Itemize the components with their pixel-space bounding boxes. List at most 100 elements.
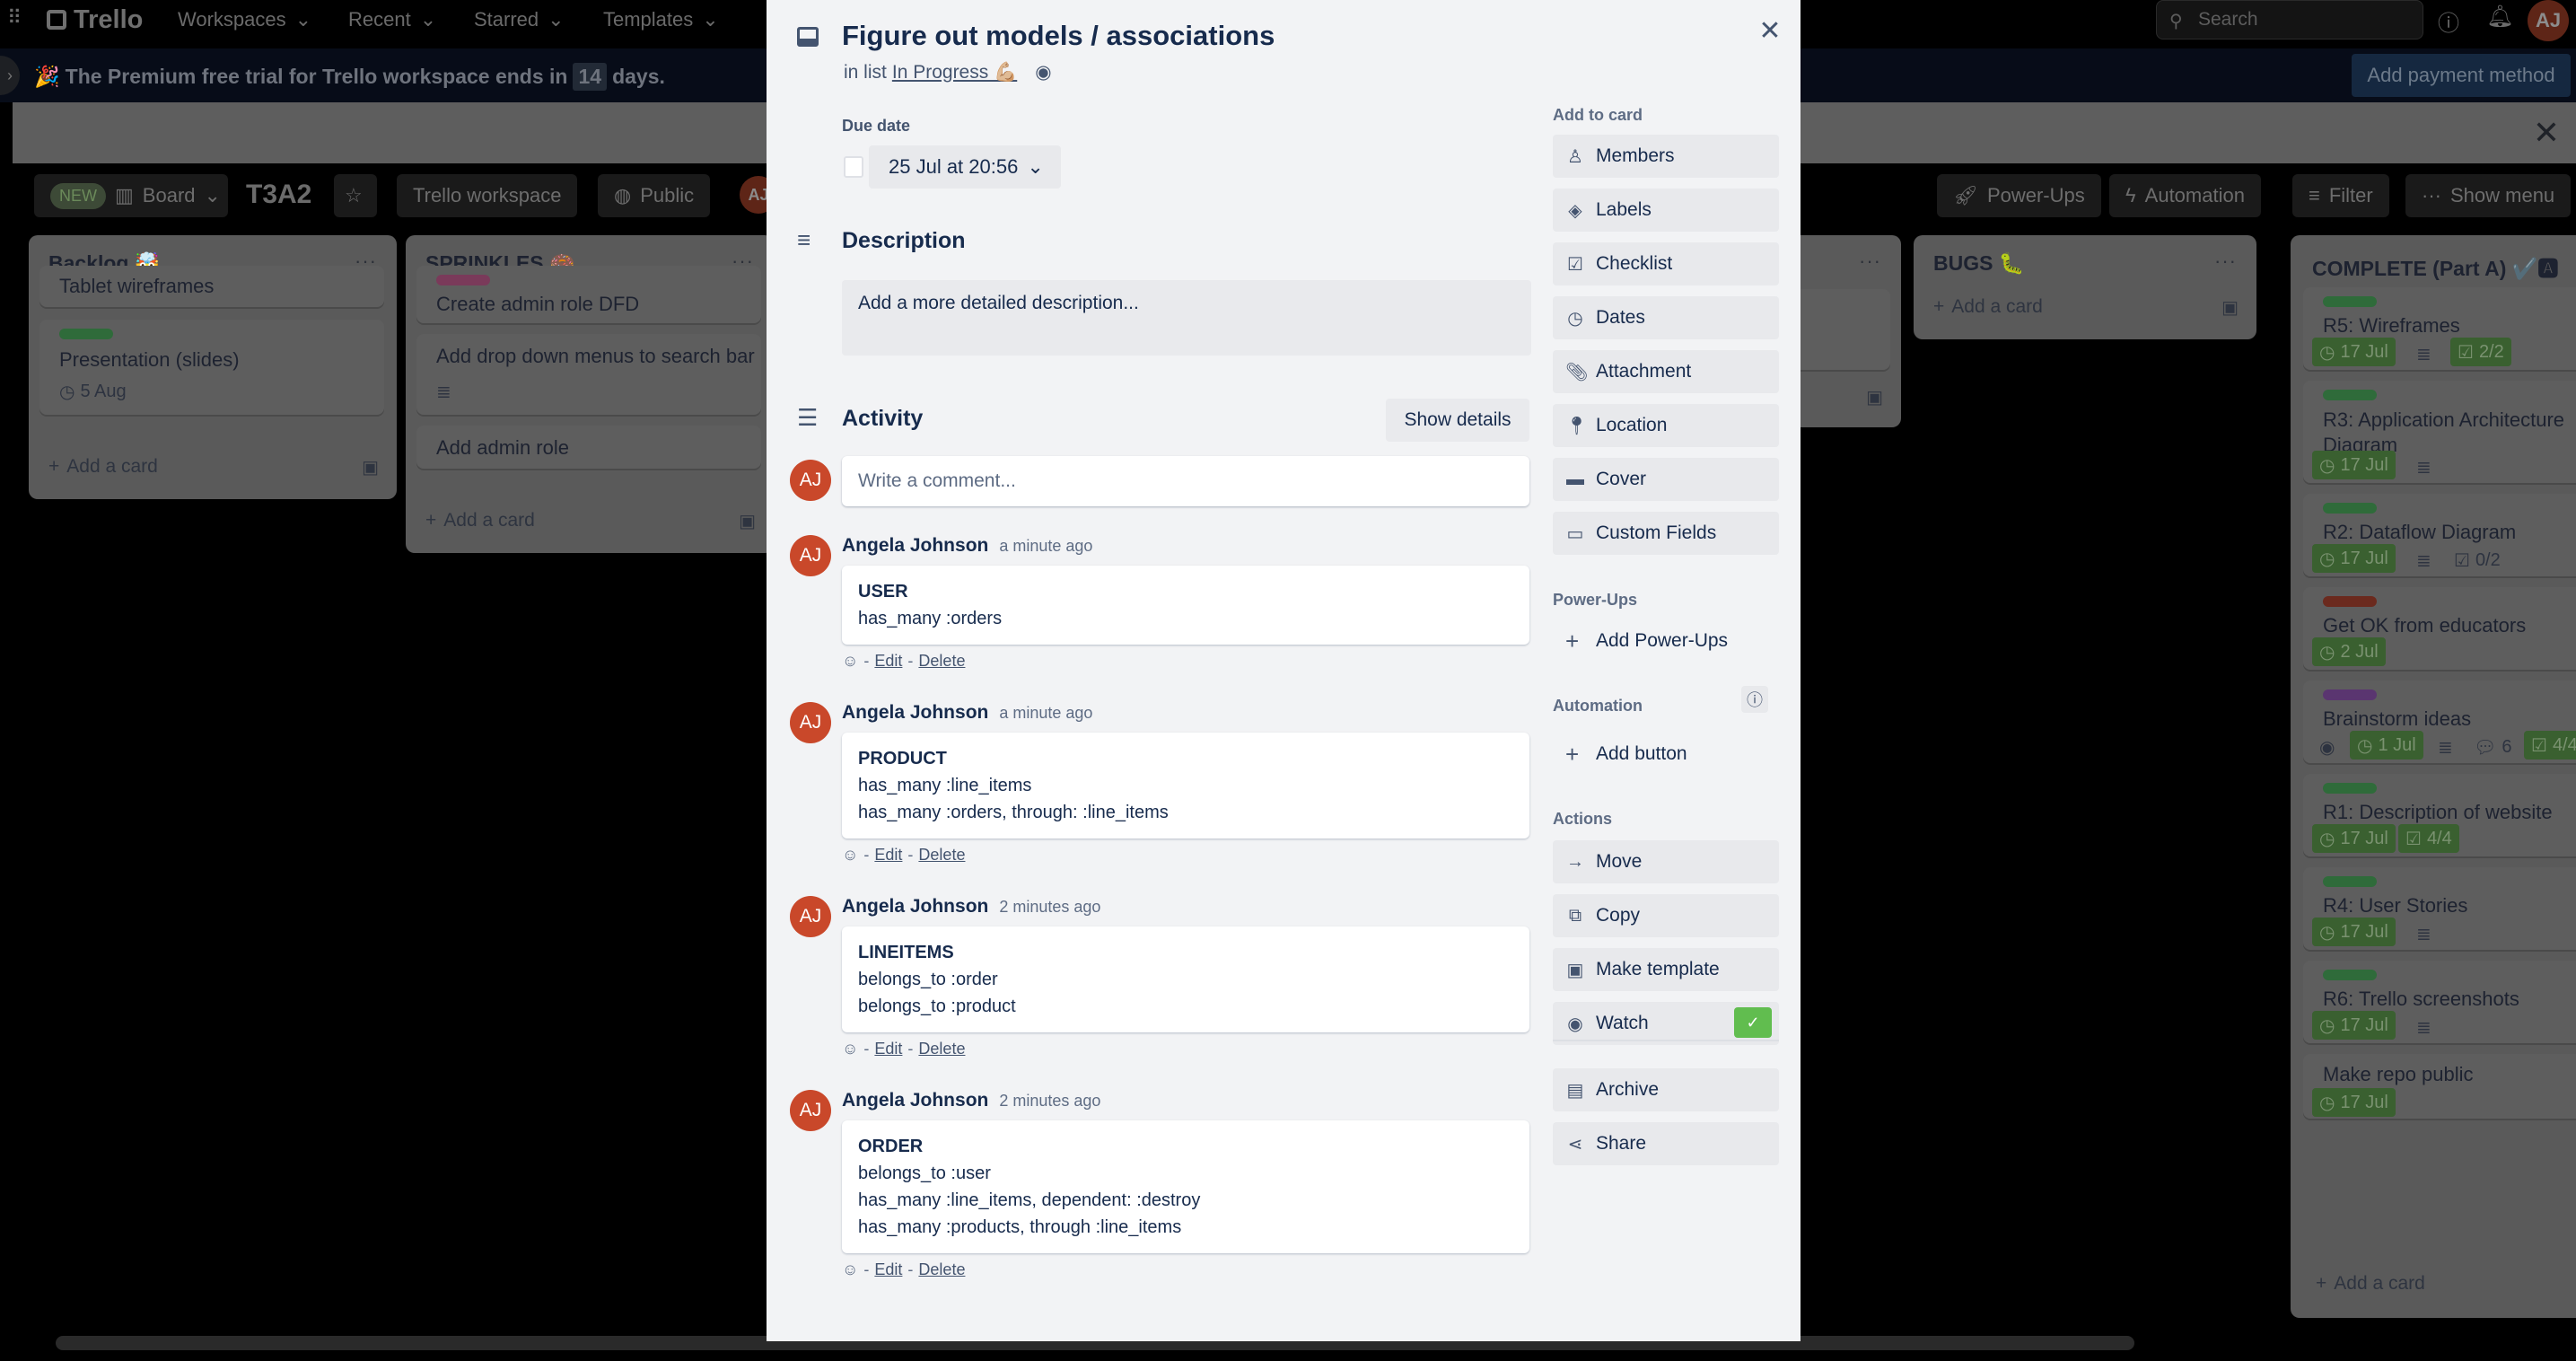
info-icon[interactable]: ⓘ — [2438, 5, 2459, 37]
copy-button[interactable]: ⧉ Copy — [1553, 894, 1779, 937]
template-icon[interactable]: ▣ — [362, 456, 379, 479]
add-reaction-icon[interactable]: ☺ — [842, 652, 858, 671]
list-title[interactable]: BUGS 🐛 — [1933, 251, 2024, 276]
trello-logo[interactable]: Trello — [47, 4, 143, 36]
star-button[interactable]: ☆ — [334, 174, 377, 217]
add-card-button[interactable]: + Add a card — [425, 510, 535, 531]
trello-logo-icon — [47, 10, 66, 30]
card[interactable]: Make repo public ◷ 17 Jul — [2303, 1054, 2576, 1119]
labels-button[interactable]: ◈ Labels — [1553, 189, 1779, 232]
edit-comment-link[interactable]: Edit — [874, 846, 902, 865]
show-details-button[interactable]: Show details — [1386, 399, 1529, 442]
card[interactable]: Add drop down menus to search bar ≣ — [416, 334, 761, 415]
list-title[interactable]: COMPLETE (Part A) ✔️🅰 — [2312, 251, 2558, 282]
card[interactable]: R5: Wireframes ◷ 17 Jul ≣ ☑ 2/2 — [2303, 287, 2576, 370]
list-menu-icon[interactable]: ··· — [1859, 250, 1881, 273]
automation-button[interactable]: ϟ Automation — [2109, 174, 2261, 217]
visibility-button[interactable]: ◍ Public — [598, 174, 711, 217]
template-icon[interactable]: ▣ — [1866, 386, 1883, 408]
card-title[interactable]: Figure out models / associations — [842, 20, 1275, 52]
card[interactable]: Tablet wireframes — [39, 266, 384, 307]
card[interactable]: R3: Application Architecture Diagram ◷ 17 … — [2303, 381, 2576, 483]
close-icon[interactable]: ✕ — [2533, 115, 2560, 152]
description-icon: ≣ — [2438, 738, 2453, 758]
edit-comment-link[interactable]: Edit — [874, 652, 902, 671]
card-label — [2323, 596, 2377, 607]
avatar[interactable]: AJ — [790, 460, 831, 501]
search-input[interactable]: ⚲ Search — [2156, 0, 2423, 40]
card[interactable]: Get OK from educators ◷ 2 Jul — [2303, 587, 2576, 670]
delete-comment-link[interactable]: Delete — [918, 1040, 965, 1058]
eye-icon: ◉ — [1567, 1014, 1583, 1034]
description-editor[interactable]: Add a more detailed description... — [842, 280, 1531, 356]
bell-icon[interactable]: 🔔︎ — [2486, 4, 2513, 30]
chevron-down-icon: ⌄ — [1027, 155, 1044, 178]
list-link[interactable]: In Progress 💪🏼 — [892, 62, 1017, 83]
app-switcher-icon[interactable]: ⠿ — [7, 7, 29, 29]
add-reaction-icon[interactable]: ☺ — [842, 846, 858, 865]
delete-comment-link[interactable]: Delete — [918, 652, 965, 671]
workspace-button[interactable]: Trello workspace — [397, 174, 578, 217]
checklist-button[interactable]: ☑ Checklist — [1553, 242, 1779, 285]
dates-button[interactable]: ◷ Dates — [1553, 296, 1779, 339]
automation-info-button[interactable]: ⓘ — [1741, 686, 1768, 713]
edit-comment-link[interactable]: Edit — [874, 1040, 902, 1058]
add-card-button[interactable]: + Add a card — [1933, 296, 2043, 318]
cover-icon: ▬ — [1566, 469, 1584, 489]
template-icon[interactable]: ▣ — [2221, 296, 2239, 319]
user-avatar[interactable]: AJ — [2528, 0, 2569, 41]
location-button[interactable]: 📍︎ Location — [1553, 404, 1779, 447]
template-icon[interactable]: ▣ — [739, 510, 756, 532]
card[interactable]: R6: Trello screenshots ◷ 17 Jul ≣ — [2303, 961, 2576, 1043]
board-title[interactable]: T3A2 — [246, 180, 311, 210]
plus-icon: + — [425, 510, 437, 531]
avatar[interactable]: AJ — [790, 896, 831, 937]
due-date-button[interactable]: 25 Jul at 20:56 ⌄ — [869, 145, 1061, 189]
edit-comment-link[interactable]: Edit — [874, 1260, 902, 1279]
custom-fields-icon: ▭ — [1566, 523, 1584, 544]
avatar[interactable]: AJ — [790, 535, 831, 576]
menu-starred[interactable]: Starred ⌄ — [474, 4, 565, 36]
list-menu-icon[interactable]: ··· — [2214, 250, 2237, 273]
members-button[interactable]: ♙ Members — [1553, 135, 1779, 178]
cover-button[interactable]: ▬ Cover — [1553, 458, 1779, 501]
delete-comment-link[interactable]: Delete — [918, 846, 965, 865]
add-reaction-icon[interactable]: ☺ — [842, 1040, 858, 1058]
avatar[interactable]: AJ — [790, 1090, 831, 1131]
attachment-button[interactable]: 📎︎ Attachment — [1553, 350, 1779, 393]
view-switcher[interactable]: NEW ▥ Board ⌄ — [34, 174, 228, 217]
move-button[interactable]: → Move — [1553, 840, 1779, 883]
menu-workspaces[interactable]: Workspaces ⌄ — [178, 4, 311, 36]
custom-fields-button[interactable]: ▭ Custom Fields — [1553, 512, 1779, 555]
archive-button[interactable]: ▤ Archive — [1553, 1068, 1779, 1111]
menu-templates[interactable]: Templates ⌄ — [603, 4, 719, 36]
clock-icon: ◷ — [2357, 735, 2373, 756]
add-powerups-button[interactable]: + Add Power-Ups — [1553, 621, 1779, 661]
add-card-button[interactable]: + Add a card — [2316, 1273, 2425, 1295]
add-payment-button[interactable]: Add payment method — [2352, 54, 2571, 97]
close-modal-button[interactable]: ✕ — [1752, 13, 1788, 48]
card-label — [2323, 296, 2377, 307]
card[interactable]: R1: Description of website ◷ 17 Jul ☑ 4/4 — [2303, 774, 2576, 856]
delete-comment-link[interactable]: Delete — [918, 1260, 965, 1279]
card[interactable]: Add admin role — [416, 426, 761, 469]
avatar[interactable]: AJ — [790, 702, 831, 743]
make-template-button[interactable]: ▣ Make template — [1553, 948, 1779, 991]
powerups-button[interactable]: 🚀︎ Power-Ups — [1937, 174, 2101, 217]
comment-input[interactable]: Write a comment... — [842, 456, 1529, 506]
add-automation-button[interactable]: + Add button — [1553, 734, 1779, 774]
card[interactable]: R2: Dataflow Diagram ◷ 17 Jul ≣ ☑ 0/2 — [2303, 494, 2576, 576]
show-menu-button[interactable]: ··· Show menu — [2405, 174, 2572, 217]
share-button[interactable]: ⋖ Share — [1553, 1122, 1779, 1165]
card[interactable]: R4: User Stories ◷ 17 Jul ≣ — [2303, 867, 2576, 950]
filter-button[interactable]: ≡ Filter — [2292, 174, 2389, 217]
watch-button[interactable]: ◉ Watch ✓ — [1553, 1002, 1779, 1045]
due-complete-checkbox[interactable] — [844, 156, 863, 178]
menu-recent[interactable]: Recent ⌄ — [348, 4, 436, 36]
add-to-card-heading: Add to card — [1553, 106, 1643, 124]
add-card-button[interactable]: + Add a card — [48, 456, 158, 478]
card[interactable]: Presentation (slides) ◷ 5 Aug — [39, 320, 384, 415]
card[interactable]: Brainstorm ideas ◉ ◷ 1 Jul ≣ 💬︎ 6 ☑ 4/4 — [2303, 680, 2576, 763]
card[interactable]: Create admin role DFD — [416, 266, 761, 323]
add-reaction-icon[interactable]: ☺ — [842, 1260, 858, 1279]
